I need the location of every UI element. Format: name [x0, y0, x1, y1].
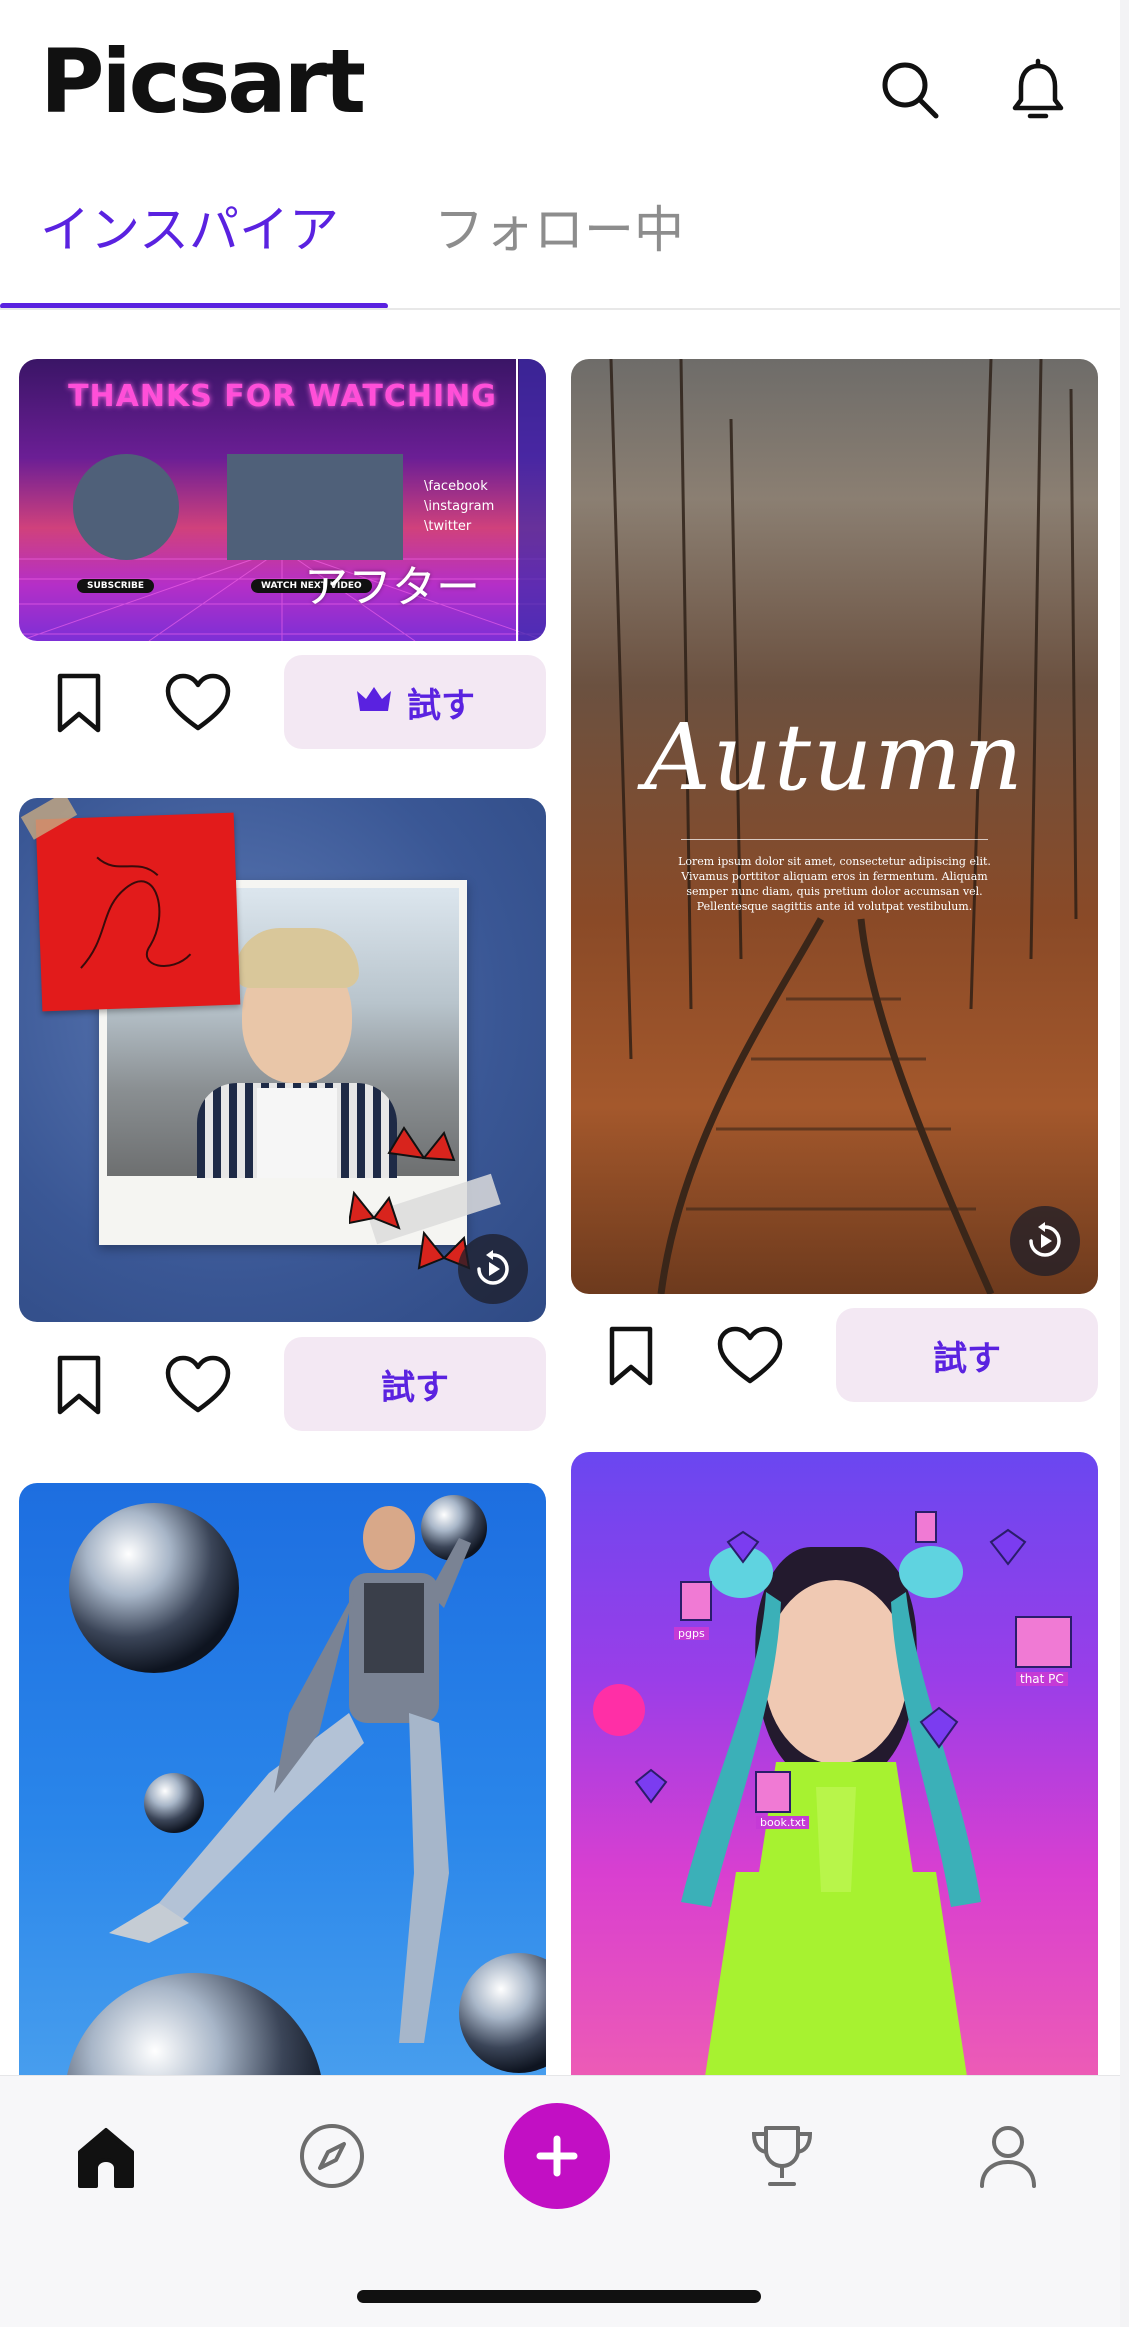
- home-indicator: [357, 2290, 761, 2303]
- search-icon[interactable]: [875, 55, 945, 125]
- feed-card-chrome[interactable]: [19, 1483, 546, 2103]
- bookmark-icon[interactable]: [45, 1351, 113, 1419]
- autumn-title: Autumn: [644, 704, 1025, 811]
- autumn-body: Lorem ipsum dolor sit amet, consectetur …: [678, 855, 991, 913]
- feed-card-collage[interactable]: [19, 798, 546, 1322]
- autumn-rule: [681, 839, 988, 840]
- replay-icon[interactable]: [458, 1234, 528, 1304]
- card-actions-thanks: 試す: [19, 655, 546, 751]
- after-label: アフター: [304, 562, 480, 613]
- try-button[interactable]: 試す: [284, 655, 546, 749]
- subscribe-label: SUBSCRIBE: [77, 579, 155, 593]
- try-label: 試す: [381, 1367, 449, 1408]
- scrollbar[interactable]: [1120, 0, 1129, 2327]
- sticker-label-pc: that PC: [1016, 1672, 1068, 1686]
- social-twitter: \twitter: [424, 519, 472, 534]
- plus-icon[interactable]: [504, 2103, 610, 2209]
- video-placeholder: [227, 454, 403, 560]
- red-paper-sticker: [35, 812, 241, 1012]
- app-screen: Picsart インスパイア フォロー中 THANKS FOR WATCHING…: [0, 0, 1120, 2327]
- avatar-placeholder: [73, 454, 179, 560]
- try-button[interactable]: 試す: [284, 1337, 546, 1431]
- feed-card-thanks[interactable]: THANKS FOR WATCHING \facebook \instagram…: [19, 359, 546, 641]
- social-links: \facebook \instagram \twitter: [424, 477, 494, 537]
- crown-icon: [355, 682, 393, 722]
- app-logo: Picsart: [40, 30, 366, 133]
- heart-icon[interactable]: [164, 669, 232, 737]
- card-actions-autumn: 試す: [571, 1308, 1098, 1404]
- compass-icon[interactable]: [292, 2116, 372, 2196]
- feed-card-y2k[interactable]: pgps that PC book.txt: [571, 1452, 1098, 2103]
- tab-following[interactable]: フォロー中: [434, 200, 684, 260]
- social-instagram: \instagram: [424, 499, 495, 514]
- feed-card-autumn[interactable]: Autumn Lorem ipsum dolor sit amet, conse…: [571, 359, 1098, 1294]
- sticker-label-pgps: pgps: [674, 1627, 709, 1640]
- card-actions-collage: 試す: [19, 1337, 546, 1433]
- sticker-label-book: book.txt: [756, 1816, 810, 1829]
- heart-icon[interactable]: [164, 1351, 232, 1419]
- bookmark-icon[interactable]: [597, 1322, 665, 1390]
- tab-divider: [0, 308, 1120, 310]
- tab-inspire[interactable]: インスパイア: [40, 200, 339, 260]
- replay-icon[interactable]: [1010, 1206, 1080, 1276]
- try-label: 試す: [407, 685, 475, 726]
- card-thanks-title: THANKS FOR WATCHING: [68, 379, 497, 414]
- profile-icon[interactable]: [968, 2116, 1048, 2196]
- heart-icon[interactable]: [716, 1322, 784, 1390]
- bell-icon[interactable]: [1003, 55, 1073, 125]
- bottom-nav: [0, 2075, 1120, 2327]
- try-button[interactable]: 試す: [836, 1308, 1098, 1402]
- trophy-icon[interactable]: [742, 2116, 822, 2196]
- home-icon[interactable]: [66, 2116, 146, 2196]
- try-label: 試す: [933, 1338, 1001, 1379]
- social-facebook: \facebook: [424, 479, 488, 494]
- bookmark-icon[interactable]: [45, 669, 113, 737]
